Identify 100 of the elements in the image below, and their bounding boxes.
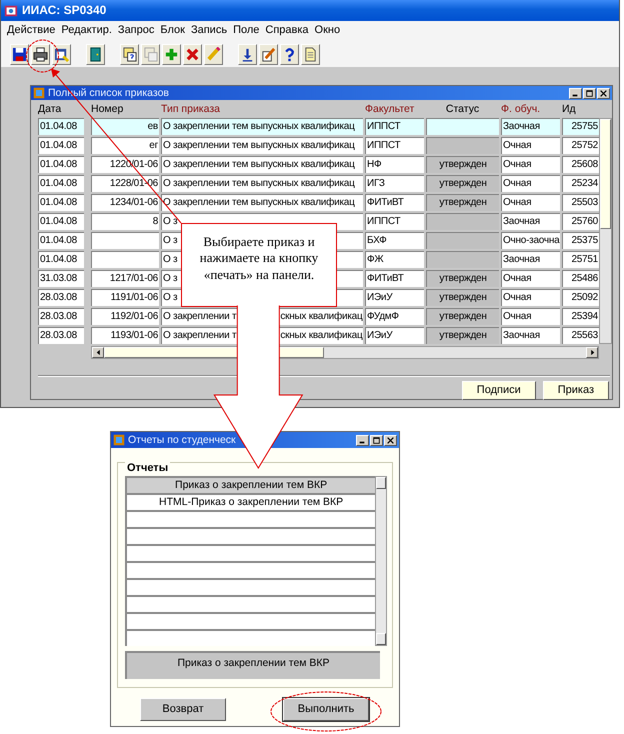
table-cell[interactable]: Очная xyxy=(501,194,560,211)
list-row[interactable] xyxy=(125,612,376,630)
menu-item[interactable]: Поле xyxy=(230,24,262,38)
dialog-button[interactable]: Возврат xyxy=(140,698,226,721)
table-cell[interactable]: ИГЗ xyxy=(365,175,424,192)
table-cell[interactable]: Заочная xyxy=(501,118,560,135)
table-cell[interactable]: ФЖ xyxy=(365,251,424,268)
column-header[interactable]: Ид xyxy=(562,103,599,116)
toolbar-button[interactable] xyxy=(52,44,71,64)
table-cell[interactable]: утвержден xyxy=(426,175,499,192)
table-cell[interactable]: О закреплении тем выпускных квалификац xyxy=(161,118,363,135)
table-cell[interactable]: 25394 xyxy=(562,308,599,325)
toolbar-button[interactable] xyxy=(280,44,299,64)
table-cell[interactable]: 28.03.08 xyxy=(38,327,84,344)
table-cell[interactable]: ев xyxy=(91,118,159,135)
table-cell[interactable]: 25760 xyxy=(562,213,599,230)
table-cell[interactable]: Очная xyxy=(501,270,560,287)
table-cell[interactable]: Заочная xyxy=(501,251,560,268)
table-cell[interactable]: 25503 xyxy=(562,194,599,211)
table-cell[interactable]: НФ xyxy=(365,156,424,173)
scroll-left-button[interactable] xyxy=(92,347,104,358)
table-cell[interactable]: Очная xyxy=(501,175,560,192)
toolbar-button[interactable] xyxy=(238,44,257,64)
close-button[interactable] xyxy=(597,88,610,98)
table-cell[interactable]: 01.04.08 xyxy=(38,251,84,268)
menu-item[interactable]: Запрос xyxy=(114,24,158,38)
toolbar-button[interactable] xyxy=(301,44,320,64)
menu-item[interactable]: Справка xyxy=(262,24,312,38)
table-cell[interactable]: О закреплении тем выпускных квалификац xyxy=(161,156,363,173)
table-cell[interactable]: Очная xyxy=(501,156,560,173)
table-cell[interactable]: 1192/01-06 xyxy=(91,308,159,325)
list-row[interactable] xyxy=(125,510,376,528)
toolbar-button[interactable] xyxy=(259,44,278,64)
table-cell[interactable]: ИЭиУ xyxy=(365,327,424,344)
list-row[interactable] xyxy=(125,561,376,578)
table-cell[interactable] xyxy=(426,213,499,230)
table-cell[interactable]: утвержден xyxy=(426,289,499,306)
table-cell[interactable]: 01.04.08 xyxy=(38,194,84,211)
table-cell[interactable]: утвержден xyxy=(426,327,499,344)
table-cell[interactable]: 28.03.08 xyxy=(38,289,84,306)
list-item[interactable]: HTML-Приказ о закреплении тем ВКР xyxy=(125,493,376,510)
list-row[interactable] xyxy=(125,578,376,596)
table-cell[interactable]: О закреплении тем выпускных квалификац xyxy=(161,175,363,192)
table-cell[interactable]: БХФ xyxy=(365,232,424,249)
table-cell[interactable]: ИЭиУ xyxy=(365,289,424,306)
list-row[interactable] xyxy=(125,629,376,646)
table-cell[interactable]: 01.04.08 xyxy=(38,156,84,173)
column-header[interactable]: Дата xyxy=(38,103,91,116)
table-cell[interactable]: ИППСТ xyxy=(365,118,424,135)
toolbar-button[interactable] xyxy=(10,44,29,64)
menu-item[interactable]: Запись xyxy=(188,24,230,38)
table-cell[interactable]: 25375 xyxy=(562,232,599,249)
list-row[interactable] xyxy=(125,595,376,612)
menu-item[interactable]: Действие xyxy=(4,24,58,38)
column-header[interactable]: Статус xyxy=(426,103,499,116)
menu-item[interactable]: Окно xyxy=(312,24,344,38)
maximize-button[interactable] xyxy=(370,434,383,446)
list-row[interactable] xyxy=(125,544,376,562)
table-cell[interactable]: утвержден xyxy=(426,194,499,211)
table-cell[interactable]: 25608 xyxy=(562,156,599,173)
minimize-button[interactable] xyxy=(569,88,582,98)
table-cell[interactable]: утвержден xyxy=(426,270,499,287)
minimize-button[interactable] xyxy=(356,434,369,446)
table-cell[interactable]: 1217/01-06 xyxy=(91,270,159,287)
table-cell[interactable]: 25563 xyxy=(562,327,599,344)
table-cell[interactable] xyxy=(426,137,499,154)
table-cell[interactable]: Заочная xyxy=(501,327,560,344)
vertical-scrollbar[interactable] xyxy=(375,476,387,646)
table-cell[interactable] xyxy=(426,232,499,249)
table-cell[interactable]: Очная xyxy=(501,289,560,306)
toolbar-button[interactable] xyxy=(120,44,139,64)
column-header[interactable]: Тип приказа xyxy=(161,103,363,116)
table-cell[interactable]: 25755 xyxy=(562,118,599,135)
list-item[interactable]: Приказ о закреплении тем ВКР xyxy=(125,476,376,494)
window-button[interactable]: Подписи xyxy=(462,381,536,400)
table-cell[interactable]: 1193/01-06 xyxy=(91,327,159,344)
toolbar-button[interactable] xyxy=(31,44,50,64)
table-cell[interactable]: Заочная xyxy=(501,213,560,230)
table-cell[interactable]: утвержден xyxy=(426,308,499,325)
table-cell[interactable]: ФИТиВТ xyxy=(365,194,424,211)
dialog-button[interactable]: Выполнить xyxy=(283,698,369,721)
table-cell[interactable]: Очная xyxy=(501,137,560,154)
table-cell[interactable] xyxy=(426,118,499,135)
table-cell[interactable]: 01.04.08 xyxy=(38,213,84,230)
table-cell[interactable]: 25234 xyxy=(562,175,599,192)
maximize-button[interactable] xyxy=(583,88,596,98)
column-header[interactable]: Номер xyxy=(91,103,159,116)
table-cell[interactable]: утвержден xyxy=(426,156,499,173)
scroll-thumb[interactable] xyxy=(600,119,611,229)
table-cell[interactable]: О закреплении тем выпускных квалификац xyxy=(161,137,363,154)
table-cell[interactable]: 25092 xyxy=(562,289,599,306)
table-cell[interactable] xyxy=(426,251,499,268)
column-header[interactable]: Ф. обуч. xyxy=(501,103,560,116)
table-cell[interactable]: 1234/01-06 xyxy=(91,194,159,211)
horizontal-scrollbar[interactable] xyxy=(91,346,599,359)
table-cell[interactable]: 25752 xyxy=(562,137,599,154)
table-cell[interactable]: 01.04.08 xyxy=(38,175,84,192)
menu-item[interactable]: Редактир. xyxy=(58,24,115,38)
table-cell[interactable]: 01.04.08 xyxy=(38,232,84,249)
close-button[interactable] xyxy=(384,434,397,446)
